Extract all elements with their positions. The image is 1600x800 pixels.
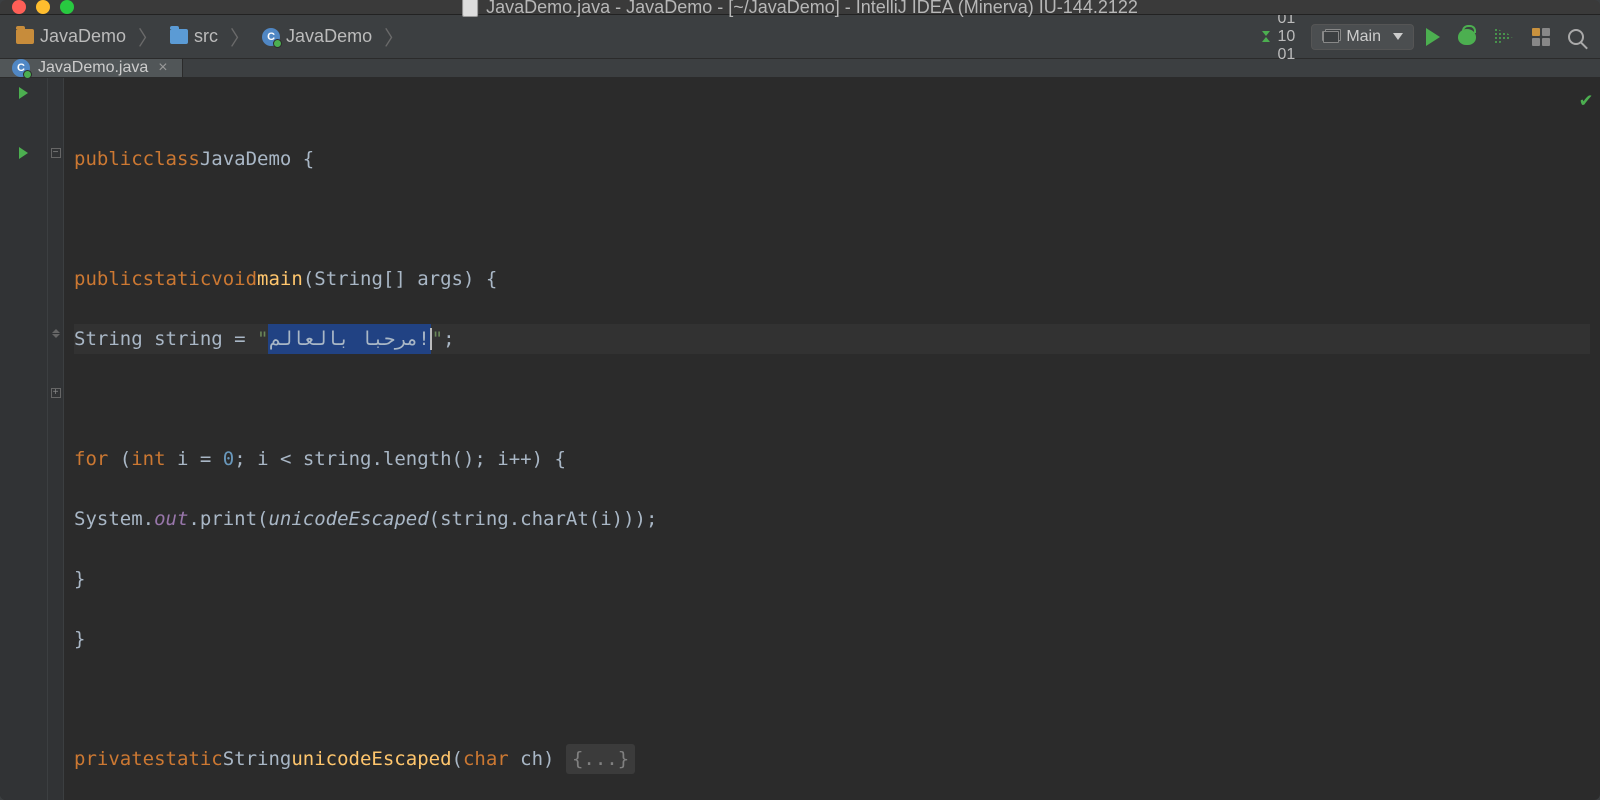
minimize-window-button[interactable] — [36, 0, 50, 14]
window-titlebar: JavaDemo.java - JavaDemo - [~/JavaDemo] … — [0, 0, 1600, 15]
folder-icon — [16, 29, 34, 44]
fold-toggle-icon[interactable]: + — [51, 388, 61, 398]
run-gutter-icon[interactable] — [19, 147, 28, 159]
chevron-down-icon — [1393, 33, 1403, 40]
main-toolbar: JavaDemo 〉 src 〉 C JavaDemo 〉 011001 — [0, 15, 1600, 59]
zoom-window-button[interactable] — [60, 0, 74, 14]
editor-tab-javademo[interactable]: C JavaDemo.java × — [0, 59, 183, 77]
run-gutter-icon[interactable] — [19, 87, 28, 99]
close-window-button[interactable] — [12, 0, 26, 14]
file-icon — [462, 0, 478, 17]
code-editor[interactable]: ✔ public class JavaDemo { public static … — [64, 78, 1600, 800]
editor-tabs: C JavaDemo.java × — [0, 59, 1600, 78]
gutter-run-markers — [0, 78, 48, 800]
breadcrumb: JavaDemo 〉 src 〉 C JavaDemo 〉 — [10, 22, 406, 51]
run-button[interactable] — [1420, 24, 1446, 50]
chevron-right-icon: 〉 — [136, 22, 160, 51]
coverage-icon — [1494, 28, 1514, 46]
class-icon: C — [12, 59, 30, 77]
chevron-right-icon: 〉 — [382, 22, 406, 51]
close-tab-button[interactable]: × — [156, 59, 169, 77]
breadcrumb-src[interactable]: src — [164, 24, 224, 49]
search-everywhere-button[interactable] — [1562, 25, 1590, 49]
editor-area: − + ✔ public class JavaDemo { public sta… — [0, 78, 1600, 800]
folded-code-marker[interactable]: {...} — [566, 744, 635, 774]
play-icon — [1426, 28, 1440, 46]
project-structure-button[interactable] — [1526, 24, 1556, 50]
analysis-ok-icon: ✔ — [1580, 84, 1592, 114]
window-title: JavaDemo.java - JavaDemo - [~/JavaDemo] … — [486, 0, 1138, 18]
arrows-up-down-icon — [1258, 27, 1274, 46]
folder-icon — [170, 29, 188, 44]
search-icon — [1568, 29, 1584, 45]
fold-end-icon[interactable] — [52, 329, 60, 338]
run-configuration-select[interactable]: Main — [1311, 24, 1414, 50]
debug-button[interactable] — [1452, 25, 1482, 49]
bug-icon — [1458, 29, 1476, 45]
run-config-icon — [1322, 31, 1338, 43]
run-coverage-button[interactable] — [1488, 24, 1520, 50]
class-icon: C — [262, 28, 280, 46]
breadcrumb-project[interactable]: JavaDemo — [10, 24, 132, 49]
breadcrumb-class[interactable]: C JavaDemo — [256, 24, 378, 49]
fold-toggle-icon[interactable]: − — [51, 148, 61, 158]
chevron-right-icon: 〉 — [228, 22, 252, 51]
gutter-fold-markers: − + — [48, 78, 64, 800]
grid-icon — [1532, 28, 1550, 46]
